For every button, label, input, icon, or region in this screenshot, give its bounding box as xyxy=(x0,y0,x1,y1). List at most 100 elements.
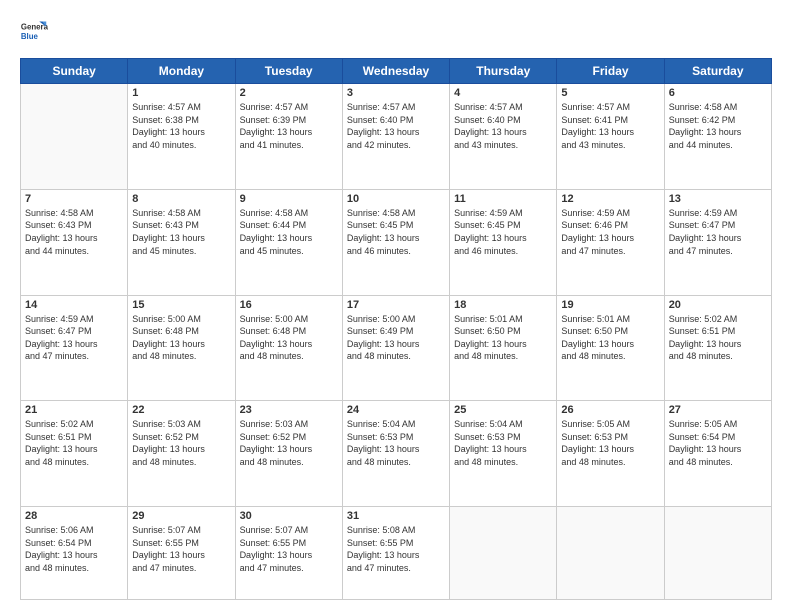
day-info: Sunrise: 4:58 AM Sunset: 6:43 PM Dayligh… xyxy=(132,207,230,257)
day-info: Sunrise: 5:00 AM Sunset: 6:48 PM Dayligh… xyxy=(132,313,230,363)
weekday-header-wednesday: Wednesday xyxy=(342,59,449,84)
day-number: 10 xyxy=(347,193,445,205)
calendar-week-row: 7 Sunrise: 4:58 AM Sunset: 6:43 PM Daylig… xyxy=(21,189,772,295)
calendar-week-row: 28Sunrise: 5:06 AM Sunset: 6:54 PM Dayli… xyxy=(21,507,772,600)
day-number: 24 xyxy=(347,404,445,416)
calendar-day-cell xyxy=(450,507,557,600)
calendar-day-cell: 21 Sunrise: 5:02 AM Sunset: 6:51 PM Dayli… xyxy=(21,401,128,507)
logo: General Blue xyxy=(20,18,48,46)
calendar-day-cell: 17 Sunrise: 5:00 AM Sunset: 6:49 PM Dayli… xyxy=(342,295,449,401)
day-number: 11 xyxy=(454,193,552,205)
day-info: Sunrise: 5:07 AM Sunset: 6:55 PM Dayligh… xyxy=(132,524,230,574)
day-number: 31 xyxy=(347,510,445,522)
calendar-day-cell: 16 Sunrise: 5:00 AM Sunset: 6:48 PM Dayli… xyxy=(235,295,342,401)
day-number: 15 xyxy=(132,299,230,311)
day-number: 21 xyxy=(25,404,123,416)
calendar-day-cell: 10 Sunrise: 4:58 AM Sunset: 6:45 PM Dayli… xyxy=(342,189,449,295)
calendar-day-cell: 4 Sunrise: 4:57 AM Sunset: 6:40 PM Daylig… xyxy=(450,84,557,190)
page: General Blue SundayMondayTuesdayWednesda… xyxy=(0,0,792,612)
day-info: Sunrise: 4:58 AM Sunset: 6:43 PM Dayligh… xyxy=(25,207,123,257)
day-info: Sunrise: 4:59 AM Sunset: 6:45 PM Dayligh… xyxy=(454,207,552,257)
day-info: Sunrise: 4:57 AM Sunset: 6:39 PM Dayligh… xyxy=(240,101,338,151)
day-info: Sunrise: 4:59 AM Sunset: 6:46 PM Dayligh… xyxy=(561,207,659,257)
calendar-day-cell: 12 Sunrise: 4:59 AM Sunset: 6:46 PM Dayli… xyxy=(557,189,664,295)
calendar-day-cell: 26Sunrise: 5:05 AM Sunset: 6:53 PM Dayli… xyxy=(557,401,664,507)
weekday-header-thursday: Thursday xyxy=(450,59,557,84)
day-info: Sunrise: 4:58 AM Sunset: 6:42 PM Dayligh… xyxy=(669,101,767,151)
calendar-day-cell: 9 Sunrise: 4:58 AM Sunset: 6:44 PM Daylig… xyxy=(235,189,342,295)
day-number: 14 xyxy=(25,299,123,311)
day-number: 19 xyxy=(561,299,659,311)
weekday-header-tuesday: Tuesday xyxy=(235,59,342,84)
calendar-day-cell: 13 Sunrise: 4:59 AM Sunset: 6:47 PM Dayli… xyxy=(664,189,771,295)
day-info: Sunrise: 5:04 AM Sunset: 6:53 PM Dayligh… xyxy=(454,418,552,468)
day-number: 29 xyxy=(132,510,230,522)
day-info: Sunrise: 5:02 AM Sunset: 6:51 PM Dayligh… xyxy=(669,313,767,363)
day-number: 5 xyxy=(561,87,659,99)
weekday-header-saturday: Saturday xyxy=(664,59,771,84)
calendar-day-cell: 22 Sunrise: 5:03 AM Sunset: 6:52 PM Dayli… xyxy=(128,401,235,507)
day-number: 6 xyxy=(669,87,767,99)
calendar-day-cell: 11 Sunrise: 4:59 AM Sunset: 6:45 PM Dayli… xyxy=(450,189,557,295)
day-number: 23 xyxy=(240,404,338,416)
day-info: Sunrise: 5:01 AM Sunset: 6:50 PM Dayligh… xyxy=(454,313,552,363)
day-info: Sunrise: 5:02 AM Sunset: 6:51 PM Dayligh… xyxy=(25,418,123,468)
calendar-day-cell: 15 Sunrise: 5:00 AM Sunset: 6:48 PM Dayli… xyxy=(128,295,235,401)
day-number: 2 xyxy=(240,87,338,99)
day-info: Sunrise: 4:57 AM Sunset: 6:38 PM Dayligh… xyxy=(132,101,230,151)
day-info: Sunrise: 4:57 AM Sunset: 6:40 PM Dayligh… xyxy=(347,101,445,151)
svg-text:Blue: Blue xyxy=(21,32,39,41)
calendar-week-row: 14 Sunrise: 4:59 AM Sunset: 6:47 PM Dayli… xyxy=(21,295,772,401)
day-info: Sunrise: 5:06 AM Sunset: 6:54 PM Dayligh… xyxy=(25,524,123,574)
day-number: 13 xyxy=(669,193,767,205)
day-info: Sunrise: 4:58 AM Sunset: 6:45 PM Dayligh… xyxy=(347,207,445,257)
header: General Blue xyxy=(20,18,772,46)
day-number: 20 xyxy=(669,299,767,311)
calendar-week-row: 21 Sunrise: 5:02 AM Sunset: 6:51 PM Dayli… xyxy=(21,401,772,507)
calendar-day-cell: 29 Sunrise: 5:07 AM Sunset: 6:55 PM Dayli… xyxy=(128,507,235,600)
calendar-day-cell: 30Sunrise: 5:07 AM Sunset: 6:55 PM Dayli… xyxy=(235,507,342,600)
day-number: 4 xyxy=(454,87,552,99)
day-info: Sunrise: 5:05 AM Sunset: 6:54 PM Dayligh… xyxy=(669,418,767,468)
weekday-header-monday: Monday xyxy=(128,59,235,84)
day-info: Sunrise: 4:59 AM Sunset: 6:47 PM Dayligh… xyxy=(25,313,123,363)
day-info: Sunrise: 5:00 AM Sunset: 6:48 PM Dayligh… xyxy=(240,313,338,363)
day-number: 17 xyxy=(347,299,445,311)
day-info: Sunrise: 4:57 AM Sunset: 6:40 PM Dayligh… xyxy=(454,101,552,151)
day-number: 9 xyxy=(240,193,338,205)
day-number: 1 xyxy=(132,87,230,99)
calendar-day-cell: 14 Sunrise: 4:59 AM Sunset: 6:47 PM Dayli… xyxy=(21,295,128,401)
weekday-header-friday: Friday xyxy=(557,59,664,84)
calendar-day-cell: 6 Sunrise: 4:58 AM Sunset: 6:42 PM Daylig… xyxy=(664,84,771,190)
day-number: 27 xyxy=(669,404,767,416)
day-info: Sunrise: 4:59 AM Sunset: 6:47 PM Dayligh… xyxy=(669,207,767,257)
day-info: Sunrise: 4:57 AM Sunset: 6:41 PM Dayligh… xyxy=(561,101,659,151)
calendar-day-cell: 27 Sunrise: 5:05 AM Sunset: 6:54 PM Dayli… xyxy=(664,401,771,507)
day-number: 7 xyxy=(25,193,123,205)
day-number: 16 xyxy=(240,299,338,311)
calendar-day-cell: 19 Sunrise: 5:01 AM Sunset: 6:50 PM Dayli… xyxy=(557,295,664,401)
weekday-header-row: SundayMondayTuesdayWednesdayThursdayFrid… xyxy=(21,59,772,84)
weekday-header-sunday: Sunday xyxy=(21,59,128,84)
calendar-day-cell: 7 Sunrise: 4:58 AM Sunset: 6:43 PM Daylig… xyxy=(21,189,128,295)
day-number: 8 xyxy=(132,193,230,205)
calendar-day-cell: 24 Sunrise: 5:04 AM Sunset: 6:53 PM Dayli… xyxy=(342,401,449,507)
calendar-day-cell xyxy=(664,507,771,600)
day-number: 12 xyxy=(561,193,659,205)
day-info: Sunrise: 5:01 AM Sunset: 6:50 PM Dayligh… xyxy=(561,313,659,363)
day-number: 22 xyxy=(132,404,230,416)
calendar-day-cell: 25Sunrise: 5:04 AM Sunset: 6:53 PM Dayli… xyxy=(450,401,557,507)
day-number: 3 xyxy=(347,87,445,99)
day-info: Sunrise: 5:03 AM Sunset: 6:52 PM Dayligh… xyxy=(132,418,230,468)
calendar-day-cell xyxy=(557,507,664,600)
calendar-day-cell: 5 Sunrise: 4:57 AM Sunset: 6:41 PM Daylig… xyxy=(557,84,664,190)
calendar-day-cell: 23 Sunrise: 5:03 AM Sunset: 6:52 PM Dayli… xyxy=(235,401,342,507)
day-info: Sunrise: 5:04 AM Sunset: 6:53 PM Dayligh… xyxy=(347,418,445,468)
day-info: Sunrise: 4:58 AM Sunset: 6:44 PM Dayligh… xyxy=(240,207,338,257)
calendar-day-cell: 8 Sunrise: 4:58 AM Sunset: 6:43 PM Daylig… xyxy=(128,189,235,295)
calendar-day-cell xyxy=(21,84,128,190)
calendar-table: SundayMondayTuesdayWednesdayThursdayFrid… xyxy=(20,58,772,600)
day-info: Sunrise: 5:03 AM Sunset: 6:52 PM Dayligh… xyxy=(240,418,338,468)
day-info: Sunrise: 5:00 AM Sunset: 6:49 PM Dayligh… xyxy=(347,313,445,363)
calendar-day-cell: 28Sunrise: 5:06 AM Sunset: 6:54 PM Dayli… xyxy=(21,507,128,600)
